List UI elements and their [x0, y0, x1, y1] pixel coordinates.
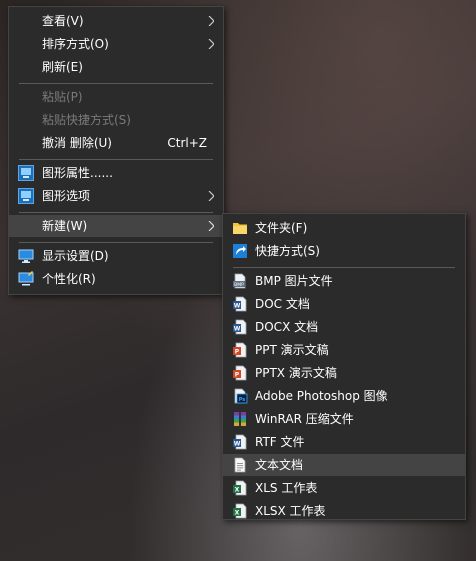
menu-item-label: 刷新(E): [42, 60, 83, 74]
new-submenu: 文件夹(F) 快捷方式(S) BMP BMP 图片文件 W DOC 文档 W D…: [222, 213, 466, 520]
submenu-item-label: DOCX 文档: [255, 320, 319, 334]
submenu-item-xls[interactable]: X XLS 工作表: [223, 477, 465, 499]
menu-separator: [233, 267, 455, 268]
submenu-item-folder[interactable]: 文件夹(F): [223, 217, 465, 239]
folder-icon: [233, 223, 247, 234]
submenu-item-ppt[interactable]: P PPT 演示文稿: [223, 339, 465, 361]
submenu-item-label: PPT 演示文稿: [255, 343, 329, 357]
xls-file-icon: X: [233, 480, 247, 496]
docx-file-icon: W: [233, 319, 247, 335]
menu-item-label: 粘贴(P): [42, 90, 83, 104]
submenu-item-label: RTF 文件: [255, 435, 305, 449]
desktop-context-menu: 查看(V) 排序方式(O) 刷新(E) 粘贴(P) 粘贴快捷方式(S) 撤消 删…: [8, 6, 224, 295]
submenu-item-label: XLSX 工作表: [255, 504, 326, 518]
graphics-properties-icon: [18, 165, 34, 181]
menu-item-label: 粘贴快捷方式(S): [42, 113, 131, 127]
svg-text:W: W: [234, 303, 241, 310]
photoshop-file-icon: Ps: [234, 388, 248, 404]
bmp-file-icon: BMP: [233, 273, 246, 289]
submenu-item-label: 文本文档: [255, 458, 304, 472]
menu-item-sort-by[interactable]: 排序方式(O): [9, 33, 223, 55]
submenu-item-rtf[interactable]: W RTF 文件: [223, 431, 465, 453]
menu-item-paste-shortcut[interactable]: 粘贴快捷方式(S): [9, 109, 223, 131]
menu-item-undo-delete[interactable]: 撤消 删除(U) Ctrl+Z: [9, 132, 223, 154]
svg-text:W: W: [234, 441, 241, 448]
menu-item-label: 显示设置(D): [42, 249, 109, 263]
pptx-file-icon: P: [233, 365, 247, 381]
winrar-file-icon: [234, 412, 246, 426]
svg-text:P: P: [235, 372, 240, 379]
chevron-right-icon: [208, 191, 214, 201]
chevron-right-icon: [208, 221, 214, 231]
submenu-item-text-document[interactable]: 文本文档: [223, 454, 465, 476]
submenu-item-label: 文件夹(F): [255, 221, 308, 235]
menu-item-display-settings[interactable]: 显示设置(D): [9, 245, 223, 267]
submenu-item-label: DOC 文档: [255, 297, 310, 311]
svg-text:Ps: Ps: [239, 397, 246, 403]
menu-item-label: 排序方式(O): [42, 37, 109, 51]
submenu-item-shortcut[interactable]: 快捷方式(S): [223, 240, 465, 262]
menu-item-paste[interactable]: 粘贴(P): [9, 86, 223, 108]
menu-separator: [19, 242, 213, 243]
svg-text:W: W: [234, 326, 241, 333]
menu-item-graphics-properties[interactable]: 图形属性......: [9, 162, 223, 184]
svg-text:X: X: [235, 487, 240, 494]
text-document-icon: [234, 457, 246, 473]
menu-item-shortcut: Ctrl+Z: [167, 136, 207, 150]
submenu-item-label: PPTX 演示文稿: [255, 366, 337, 380]
submenu-item-bmp[interactable]: BMP BMP 图片文件: [223, 270, 465, 292]
menu-separator: [19, 212, 213, 213]
menu-separator: [19, 159, 213, 160]
chevron-right-icon: [208, 39, 214, 49]
ppt-file-icon: P: [233, 342, 247, 358]
xlsx-file-icon: X: [233, 503, 247, 519]
svg-text:BMP: BMP: [234, 282, 244, 288]
menu-item-label: 图形选项: [42, 189, 91, 203]
menu-item-refresh[interactable]: 刷新(E): [9, 56, 223, 78]
graphics-options-icon: [18, 188, 34, 204]
submenu-item-docx[interactable]: W DOCX 文档: [223, 316, 465, 338]
chevron-right-icon: [208, 16, 214, 26]
menu-item-graphics-options[interactable]: 图形选项: [9, 185, 223, 207]
menu-item-label: 新建(W): [42, 219, 88, 233]
menu-item-label: 个性化(R): [42, 272, 96, 286]
doc-file-icon: W: [233, 296, 247, 312]
menu-item-personalize[interactable]: 个性化(R): [9, 268, 223, 290]
menu-item-label: 图形属性......: [42, 166, 113, 180]
submenu-item-label: XLS 工作表: [255, 481, 318, 495]
submenu-item-label: BMP 图片文件: [255, 274, 333, 288]
svg-text:X: X: [235, 510, 240, 517]
submenu-item-label: WinRAR 压缩文件: [255, 412, 354, 426]
submenu-item-photoshop[interactable]: Ps Adobe Photoshop 图像: [223, 385, 465, 407]
submenu-item-winrar[interactable]: WinRAR 压缩文件: [223, 408, 465, 430]
menu-item-view[interactable]: 查看(V): [9, 10, 223, 32]
menu-item-new[interactable]: 新建(W): [9, 215, 223, 237]
menu-separator: [19, 83, 213, 84]
menu-item-label: 查看(V): [42, 14, 84, 28]
submenu-item-label: 快捷方式(S): [255, 244, 320, 258]
personalize-icon: [18, 271, 34, 286]
shortcut-icon: [233, 244, 247, 258]
submenu-item-label: Adobe Photoshop 图像: [255, 389, 388, 403]
submenu-item-xlsx[interactable]: X XLSX 工作表: [223, 500, 465, 519]
display-settings-icon: [18, 249, 34, 263]
submenu-item-doc[interactable]: W DOC 文档: [223, 293, 465, 315]
menu-item-label: 撤消 删除(U): [42, 136, 112, 150]
svg-text:P: P: [235, 349, 240, 356]
rtf-file-icon: W: [233, 434, 247, 450]
submenu-item-pptx[interactable]: P PPTX 演示文稿: [223, 362, 465, 384]
